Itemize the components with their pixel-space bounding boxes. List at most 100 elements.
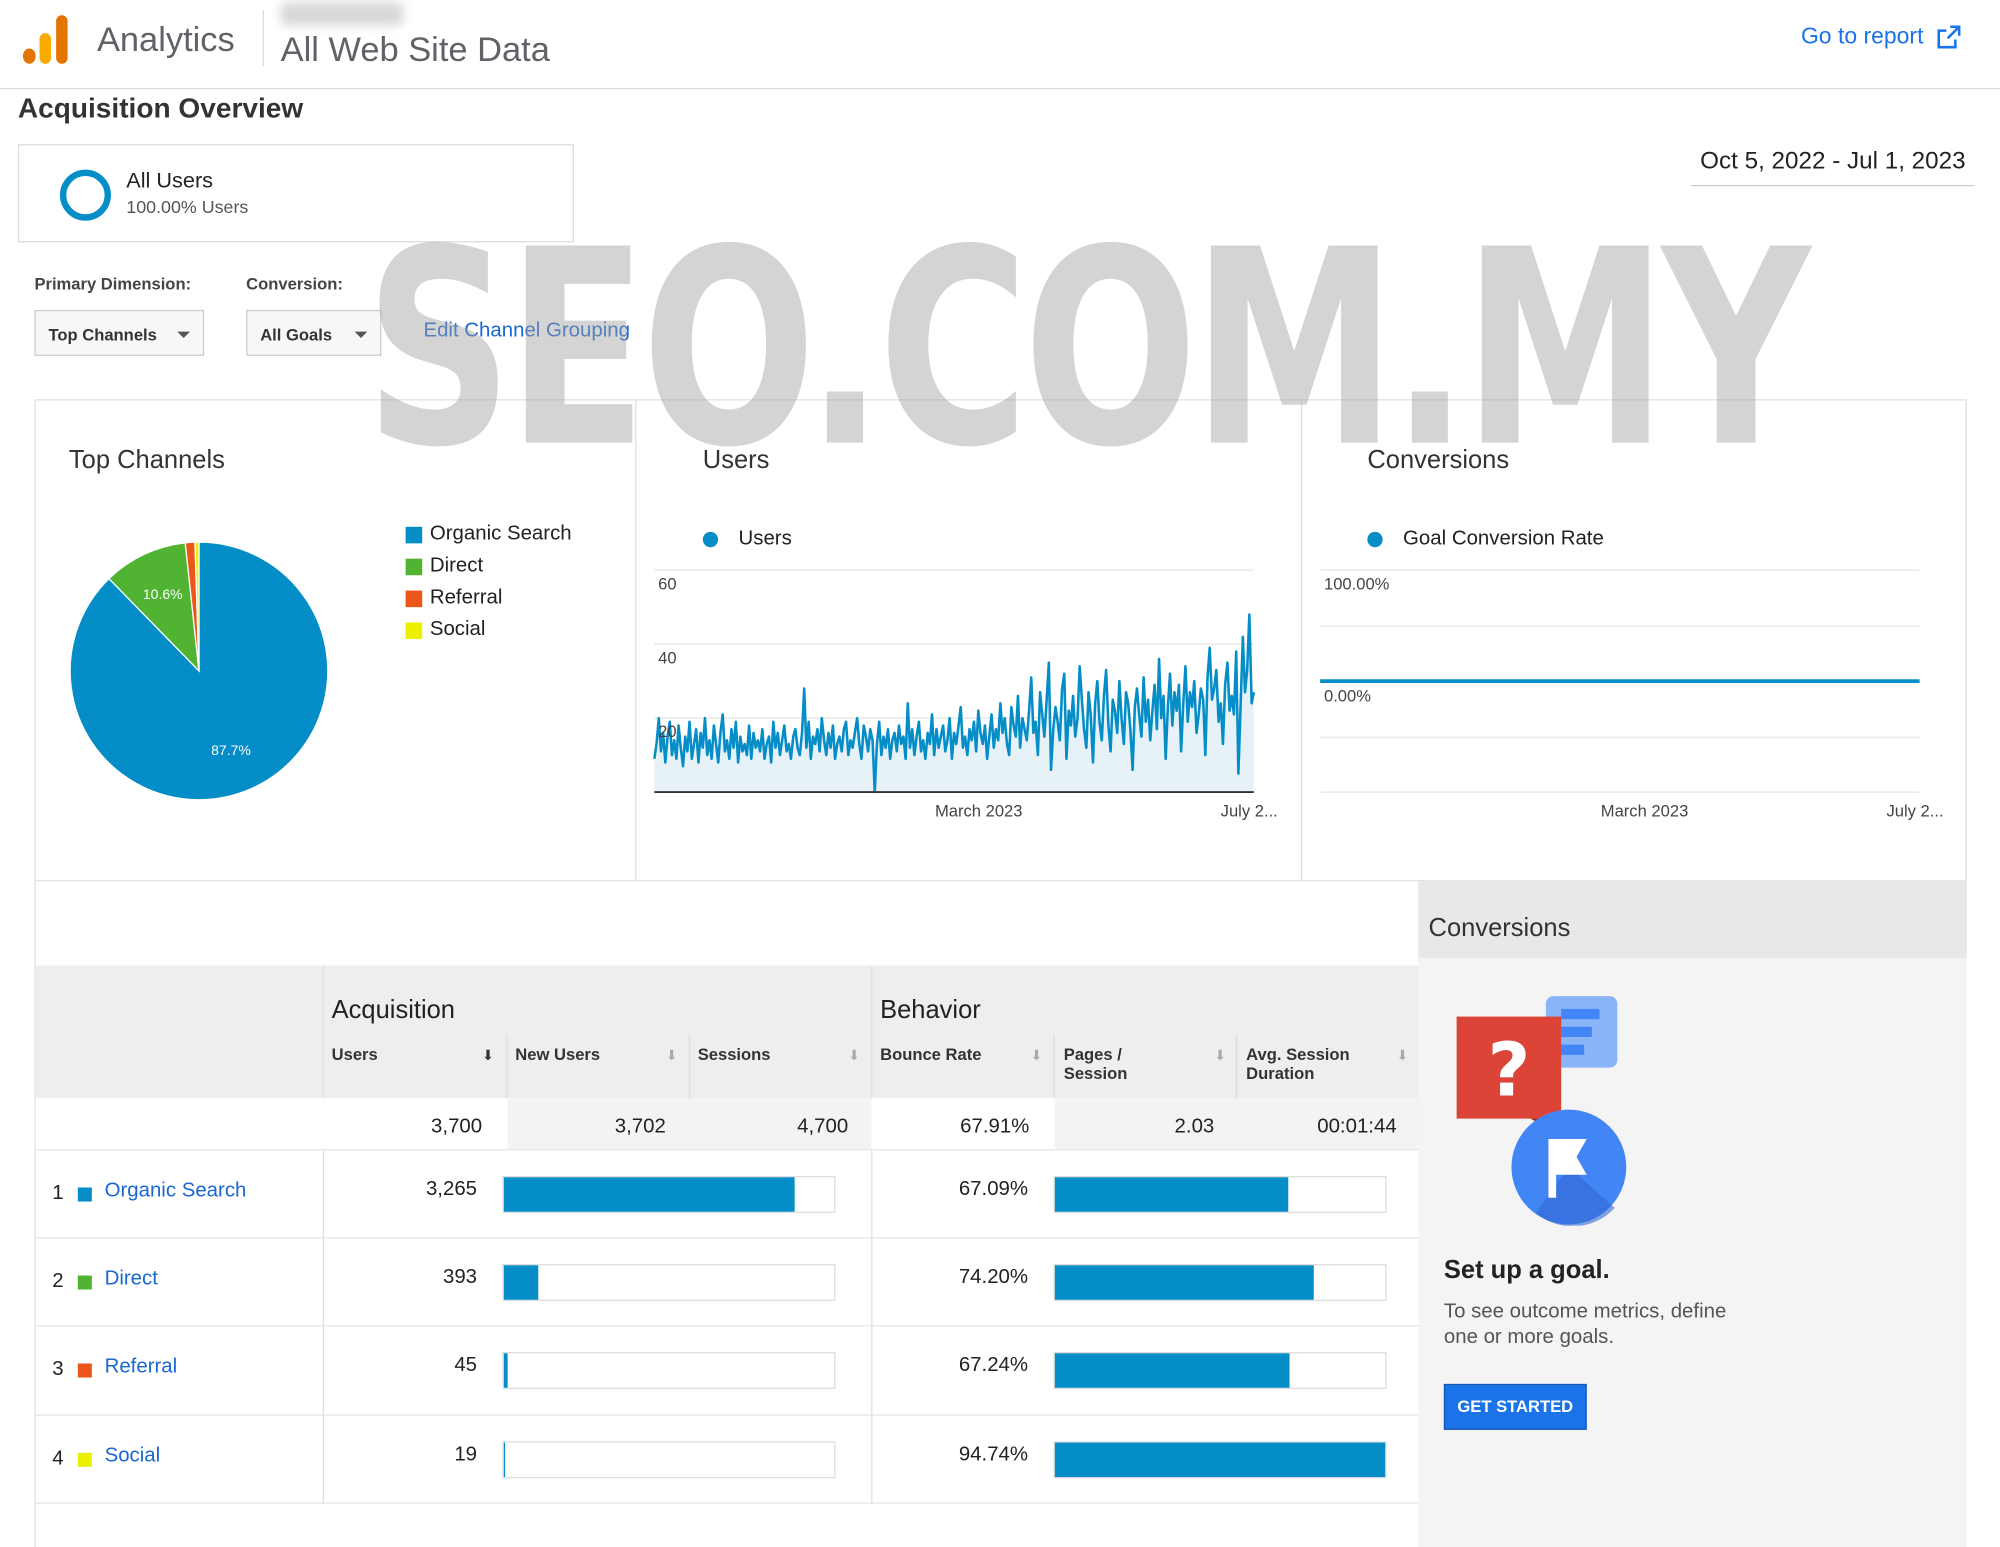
legend-label: Organic Search [429,522,572,545]
bar-fill [503,1353,508,1388]
pie-chart[interactable]: 87.7% 10.6% [36,401,638,883]
row-channel-link[interactable]: Direct [105,1268,158,1291]
setup-goal-heading: Set up a goal. [1443,1256,1610,1285]
page-title: Acquisition Overview [17,91,304,124]
sort-icon[interactable]: ⬇ [848,1047,860,1063]
get-started-button[interactable]: GET STARTED [1443,1383,1587,1430]
legend-swatch [405,621,423,639]
row-channel-link[interactable]: Referral [105,1356,178,1379]
row-channel-link[interactable]: Organic Search [105,1180,247,1203]
col-avg-session-duration[interactable]: Avg. Session Duration [1246,1045,1350,1083]
col-users[interactable]: Users [332,1045,378,1064]
bar-fill [1054,1442,1386,1478]
segment-ring-icon [59,169,111,221]
col-new-users[interactable]: New Users [515,1045,600,1064]
row-users: 3,265 [425,1178,478,1201]
row-channel-link[interactable]: Social [105,1445,161,1468]
row-rank: 1 [52,1182,64,1205]
primary-dimension-value: Top Channels [48,325,157,345]
row-color-swatch [77,1187,92,1202]
top-header: Analytics All Web Site Data Go to report [0,0,2000,90]
y-tick: 100.00% [1323,573,1390,594]
setup-goal-body: one or more goals. [1443,1326,1615,1349]
sort-icon[interactable]: ⬇ [1031,1047,1043,1063]
sort-icon[interactable]: ⬇ [666,1047,678,1063]
primary-dimension-label: Primary Dimension: [34,274,192,294]
sort-desc-icon[interactable]: ⬇ [482,1047,494,1063]
users-share-bar [502,1176,836,1214]
bounce-rate-bar [1053,1176,1387,1214]
chat-line-shape [1561,1026,1592,1037]
table-footer-row [35,1502,1420,1547]
bar-fill [1054,1265,1314,1300]
conversion-value: All Goals [260,325,333,345]
table-row[interactable]: 3 Referral 45 67.24% [35,1325,1420,1413]
row-users: 45 [454,1354,478,1377]
total-sessions: 4,700 [797,1116,849,1138]
users-panel: Users Users 60 40 20 March 2023 July 2..… [635,399,1303,882]
conversion-dropdown[interactable]: All Goals [246,309,382,356]
top-channels-panel: Top Channels 87.7% 10.6% Organic Search D… [34,399,638,883]
table-header-band [35,965,1420,1099]
bounce-rate-bar [1053,1352,1387,1390]
table-row[interactable]: 2 Direct 393 74.20% [35,1237,1420,1325]
col-pages-session[interactable]: Pages / Session [1064,1045,1128,1083]
legend-label: Direct [429,554,484,577]
row-bounce-rate: 67.09% [958,1178,1029,1201]
legend-social[interactable]: Social [405,618,486,642]
go-to-report-link[interactable]: Go to report [1801,23,1962,50]
col-sessions[interactable]: Sessions [698,1045,771,1064]
x-tick: March 2023 [934,801,1023,821]
bar-fill [1054,1177,1289,1212]
bounce-rate-bar [1053,1264,1387,1302]
behavior-group-header: Behavior [880,996,981,1025]
pie-slice-label: 10.6% [143,586,183,602]
channels-table: Acquisition Behavior Users ⬇ New Users ⬇… [34,881,1420,1547]
y-tick: 20 [658,721,677,742]
date-range-picker[interactable]: Oct 5, 2022 - Jul 1, 2023 [1691,148,1975,187]
total-cell-blank [35,1098,324,1150]
y-tick: 40 [658,647,677,668]
analytics-page: Analytics All Web Site Data Go to report… [0,0,2000,1547]
bar-fill [1054,1353,1290,1388]
goal-illustration-icon: ? [1456,996,1627,1226]
view-selector[interactable]: All Web Site Data [281,31,550,71]
edit-channel-grouping-link[interactable]: Edit Channel Grouping [423,320,629,343]
legend-swatch [405,558,423,575]
x-tick: July 2... [1886,801,1944,821]
sort-icon[interactable]: ⬇ [1397,1047,1409,1063]
header-divider [262,10,265,67]
y-tick: 60 [658,573,677,594]
legend-organic-search[interactable]: Organic Search [405,522,572,546]
primary-dimension-dropdown[interactable]: Top Channels [34,309,205,356]
legend-direct[interactable]: Direct [405,554,484,578]
total-new-users: 3,702 [614,1116,666,1138]
segment-name: All Users [126,168,214,193]
app-name: Analytics [96,20,235,59]
row-bounce-rate: 74.20% [958,1266,1029,1289]
sort-icon[interactable]: ⬇ [1214,1047,1226,1063]
legend-referral[interactable]: Referral [405,586,503,610]
table-row[interactable]: 4 Social 19 94.74% [35,1414,1420,1503]
row-bounce-rate: 67.24% [958,1354,1029,1377]
analytics-logo-icon[interactable] [22,15,69,64]
row-rank: 4 [52,1447,64,1470]
legend-swatch [405,526,423,543]
table-row[interactable]: 1 Organic Search 3,265 67.09% [35,1149,1420,1237]
col-label-line: Pages / [1063,1044,1122,1064]
conversions-side-panel: Conversions ? Set up a goal. To see outc… [1418,881,1967,1547]
legend-label: Social [429,618,486,641]
question-mark-glyph: ? [1487,1028,1530,1114]
chat-line-shape [1561,1044,1585,1055]
segment-card[interactable]: All Users 100.00% Users [17,144,574,243]
col-bounce-rate[interactable]: Bounce Rate [880,1045,981,1064]
col-label-line: Avg. Session [1246,1044,1350,1064]
row-users: 393 [442,1266,478,1289]
bar-fill [503,1265,539,1300]
conversions-panel-title: Conversions [1428,914,1571,943]
go-to-report-label: Go to report [1800,22,1924,49]
chevron-down-icon [354,331,368,339]
legend-label: Referral [429,586,503,609]
conversions-chart-panel: Conversions Goal Conversion Rate 100.00%… [1301,399,1967,882]
col-label-line: Duration [1246,1063,1315,1083]
